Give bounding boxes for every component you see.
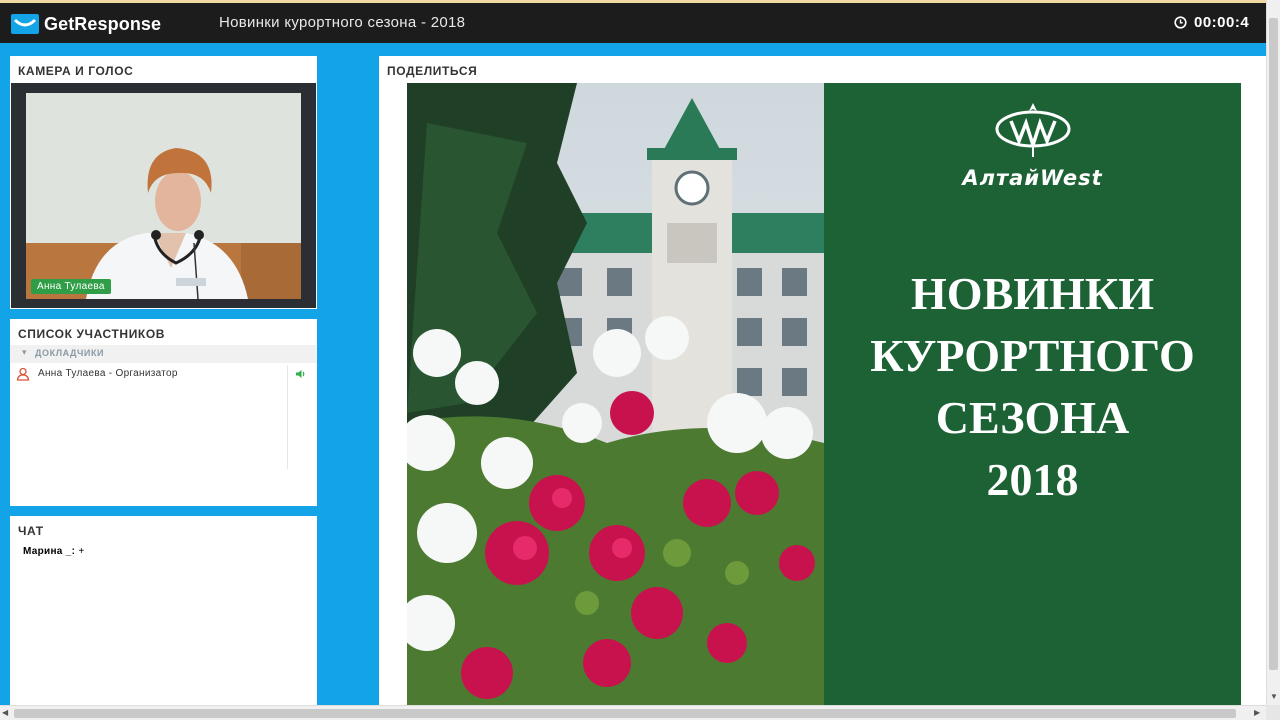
altaywest-emblem-icon — [995, 103, 1070, 157]
participant-name: Анна Тулаева - Организатор — [38, 368, 178, 379]
scrollbar-corner — [1266, 705, 1280, 720]
speakers-section-header[interactable]: ▾ ДОКЛАДЧИКИ — [10, 345, 317, 363]
chat-message-text: + — [78, 546, 85, 557]
bullet-icon: ▾ — [22, 347, 27, 357]
participant-row[interactable]: Анна Тулаева - Организатор — [10, 365, 288, 385]
chat-panel: ЧАТ Марина _: + — [10, 516, 317, 705]
camera-frame: Анна Тулаева — [11, 83, 316, 308]
camera-panel: КАМЕРА И ГОЛОС Анна Тулаева — [10, 56, 317, 309]
slide-title: НОВИНКИ КУРОРТНОГО СЕЗОНА 2018 — [824, 263, 1241, 511]
camera-panel-title: КАМЕРА И ГОЛОС — [18, 64, 134, 78]
vertical-scrollbar[interactable]: ▼ — [1266, 0, 1280, 720]
scroll-left-arrow-icon[interactable]: ◀ — [2, 708, 8, 717]
clock-icon — [1174, 16, 1187, 29]
share-panel: ПОДЕЛИТЬСЯ АлтайWest НОВИНКИ КУРОРТНОГО … — [379, 56, 1266, 705]
scroll-right-arrow-icon[interactable]: ▶ — [1254, 708, 1260, 717]
scroll-down-arrow-icon[interactable]: ▼ — [1270, 692, 1278, 701]
top-bar: GetResponse Новинки курортного сезона - … — [0, 3, 1266, 43]
chat-panel-title: ЧАТ — [18, 524, 44, 538]
webinar-timer: 00:00:4 — [1174, 14, 1249, 31]
slide-brand: АлтайWest — [824, 101, 1241, 190]
slide-title-line: СЕЗОНА — [935, 392, 1130, 443]
envelope-logo-icon — [11, 14, 39, 34]
presentation-slide: АлтайWest НОВИНКИ КУРОРТНОГО СЕЗОНА 2018 — [407, 83, 1241, 705]
slide-title-line: НОВИНКИ — [911, 268, 1154, 319]
webinar-title: Новинки курортного сезона - 2018 — [219, 14, 466, 31]
slide-title-line: КУРОРТНОГО — [870, 330, 1195, 381]
share-panel-title: ПОДЕЛИТЬСЯ — [387, 64, 478, 78]
speaker-video[interactable]: Анна Тулаева — [26, 93, 301, 299]
horizontal-scrollbar[interactable]: ◀ ▶ — [0, 705, 1266, 720]
timer-value: 00:00:4 — [1194, 14, 1250, 31]
horizontal-scrollbar-thumb[interactable] — [14, 709, 1236, 718]
getresponse-logo[interactable]: GetResponse — [11, 12, 161, 36]
chat-message-author: Марина _: — [23, 546, 76, 557]
slide-resort-photo — [407, 83, 824, 705]
participants-panel: СПИСОК УЧАСТНИКОВ ▾ ДОКЛАДЧИКИ Анна Тула… — [10, 319, 317, 506]
slide-brand-name: АлтайWest — [962, 166, 1103, 190]
participants-panel-title: СПИСОК УЧАСТНИКОВ — [18, 327, 166, 341]
brand-name: GetResponse — [44, 13, 162, 34]
speakers-section-label: ДОКЛАДЧИКИ — [35, 348, 105, 358]
chat-message: Марина _: + — [23, 546, 84, 557]
slide-title-area: АлтайWest НОВИНКИ КУРОРТНОГО СЕЗОНА 2018 — [824, 83, 1241, 705]
speaker-name-badge: Анна Тулаева — [31, 279, 111, 294]
speaker-volume-icon[interactable] — [295, 369, 306, 379]
speaker-video-image — [26, 93, 301, 299]
vertical-scrollbar-thumb[interactable] — [1269, 18, 1278, 670]
participants-divider — [287, 365, 288, 469]
user-icon — [16, 367, 30, 381]
slide-title-line: 2018 — [986, 454, 1079, 505]
